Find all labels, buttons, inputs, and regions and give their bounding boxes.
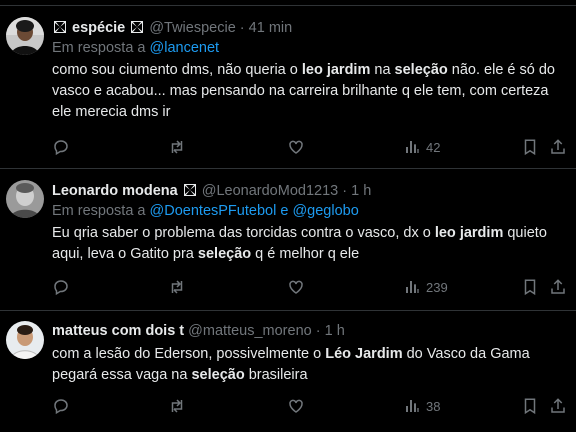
- like-button[interactable]: [287, 396, 305, 416]
- text-highlight: seleção: [191, 367, 245, 383]
- views-button[interactable]: 239: [404, 277, 448, 297]
- retweet-icon: [171, 280, 183, 294]
- reply-icon: [54, 280, 68, 296]
- display-name[interactable]: espécie: [72, 20, 125, 36]
- views-button[interactable]: 42: [404, 137, 440, 157]
- share-button[interactable]: [549, 277, 567, 297]
- views-count: 42: [426, 139, 441, 155]
- retweet-button[interactable]: [168, 277, 186, 297]
- separator-dot: ·: [239, 20, 245, 36]
- reply-button[interactable]: [52, 396, 70, 416]
- tweet-header: matteus com dois t @matteus_moreno · 1 h: [52, 321, 568, 341]
- tweet-header: espécie @Twiespecie · 41 min: [52, 18, 568, 38]
- bookmark-icon: [524, 398, 536, 415]
- share-icon: [551, 139, 565, 154]
- reply-joiner: e: [280, 203, 289, 219]
- views-count: 239: [426, 279, 448, 295]
- text-segment: na: [370, 62, 395, 78]
- text-segment: brasileira: [244, 367, 308, 383]
- share-icon: [551, 279, 565, 294]
- reply-context: Em resposta a @lancenet: [52, 38, 568, 58]
- separator-dot: ·: [315, 323, 321, 339]
- tweet[interactable]: matteus com dois t @matteus_moreno · 1 h…: [0, 310, 576, 432]
- like-icon: [289, 280, 303, 294]
- views-button[interactable]: 38: [404, 396, 440, 416]
- text-segment: q é melhor q ele: [251, 246, 360, 262]
- maltese-cross-icon: [183, 184, 196, 196]
- tweet-header: Leonardo modena @LeonardoMod1213 · 1 h: [52, 181, 568, 201]
- text-highlight: seleção: [394, 62, 448, 78]
- reply-button[interactable]: [52, 137, 70, 157]
- separator-dot: ·: [342, 183, 348, 199]
- text-segment: como sou ciumento dms, não queria o: [52, 62, 302, 78]
- avatar[interactable]: [6, 17, 44, 55]
- like-button[interactable]: [287, 137, 305, 157]
- reply-context: Em resposta a @DoentesPFutebol e @geglob…: [52, 201, 568, 221]
- reply-mention-link[interactable]: @DoentesPFutebol: [150, 203, 277, 219]
- reply-mention-link[interactable]: @geglobo: [292, 203, 358, 219]
- maltese-cross-icon: [54, 21, 66, 33]
- bookmark-icon: [524, 279, 536, 296]
- maltese-cross-icon: [131, 21, 144, 33]
- timestamp[interactable]: 1 h: [325, 323, 345, 339]
- reply-prefix: Em resposta a: [52, 203, 146, 219]
- bookmark-button[interactable]: [522, 137, 538, 157]
- retweet-button[interactable]: [168, 137, 186, 157]
- text-highlight: seleção: [197, 246, 252, 262]
- views-icon: [406, 141, 419, 153]
- avatar[interactable]: [6, 321, 44, 359]
- like-button[interactable]: [287, 277, 305, 297]
- text-segment: com a lesão do Ederson, possivelmente o: [52, 346, 326, 362]
- user-handle[interactable]: @matteus_moreno: [188, 323, 312, 339]
- action-bar: 38: [52, 396, 568, 416]
- text-highlight: Léo Jardim: [325, 346, 403, 362]
- views-count: 38: [426, 398, 441, 414]
- display-name[interactable]: Leonardo modena: [52, 183, 178, 199]
- display-name[interactable]: matteus com dois t: [52, 323, 184, 339]
- timestamp[interactable]: 41 min: [249, 20, 293, 36]
- tweet-text: como sou ciumento dms, não queria o leo …: [52, 60, 568, 123]
- timeline-feed: espécie @Twiespecie · 41 min Em resposta…: [0, 0, 576, 432]
- reply-icon: [54, 140, 68, 156]
- views-icon: [406, 281, 419, 293]
- bookmark-button[interactable]: [522, 277, 538, 297]
- reply-prefix: Em resposta a: [52, 40, 146, 56]
- user-handle[interactable]: @Twiespecie: [149, 20, 235, 36]
- retweet-icon: [171, 140, 183, 154]
- bookmark-button[interactable]: [522, 396, 538, 416]
- avatar[interactable]: [6, 180, 44, 218]
- retweet-button[interactable]: [168, 396, 186, 416]
- reply-icon: [54, 399, 68, 415]
- share-button[interactable]: [549, 396, 567, 416]
- bookmark-icon: [524, 139, 536, 156]
- reply-button[interactable]: [52, 277, 70, 297]
- user-handle[interactable]: @LeonardoMod1213: [202, 183, 338, 199]
- share-button[interactable]: [549, 137, 567, 157]
- text-highlight: leo jardim: [434, 225, 504, 241]
- share-icon: [551, 398, 565, 413]
- text-highlight: leo jardim: [301, 62, 371, 78]
- action-bar: 239: [52, 277, 568, 297]
- reply-mention-link[interactable]: @lancenet: [150, 40, 220, 56]
- tweet[interactable]: Leonardo modena @LeonardoMod1213 · 1 h E…: [0, 168, 576, 310]
- like-icon: [289, 399, 303, 413]
- tweet-text: com a lesão do Ederson, possivelmente o …: [52, 344, 568, 386]
- retweet-icon: [171, 399, 183, 413]
- views-icon: [406, 400, 419, 412]
- like-icon: [289, 140, 303, 154]
- timestamp[interactable]: 1 h: [351, 183, 371, 199]
- tweet[interactable]: espécie @Twiespecie · 41 min Em resposta…: [0, 5, 576, 167]
- text-segment: Eu qria saber o problema das torcidas co…: [52, 225, 435, 241]
- tweet-text: Eu qria saber o problema das torcidas co…: [52, 223, 568, 265]
- action-bar: 42: [52, 137, 568, 157]
